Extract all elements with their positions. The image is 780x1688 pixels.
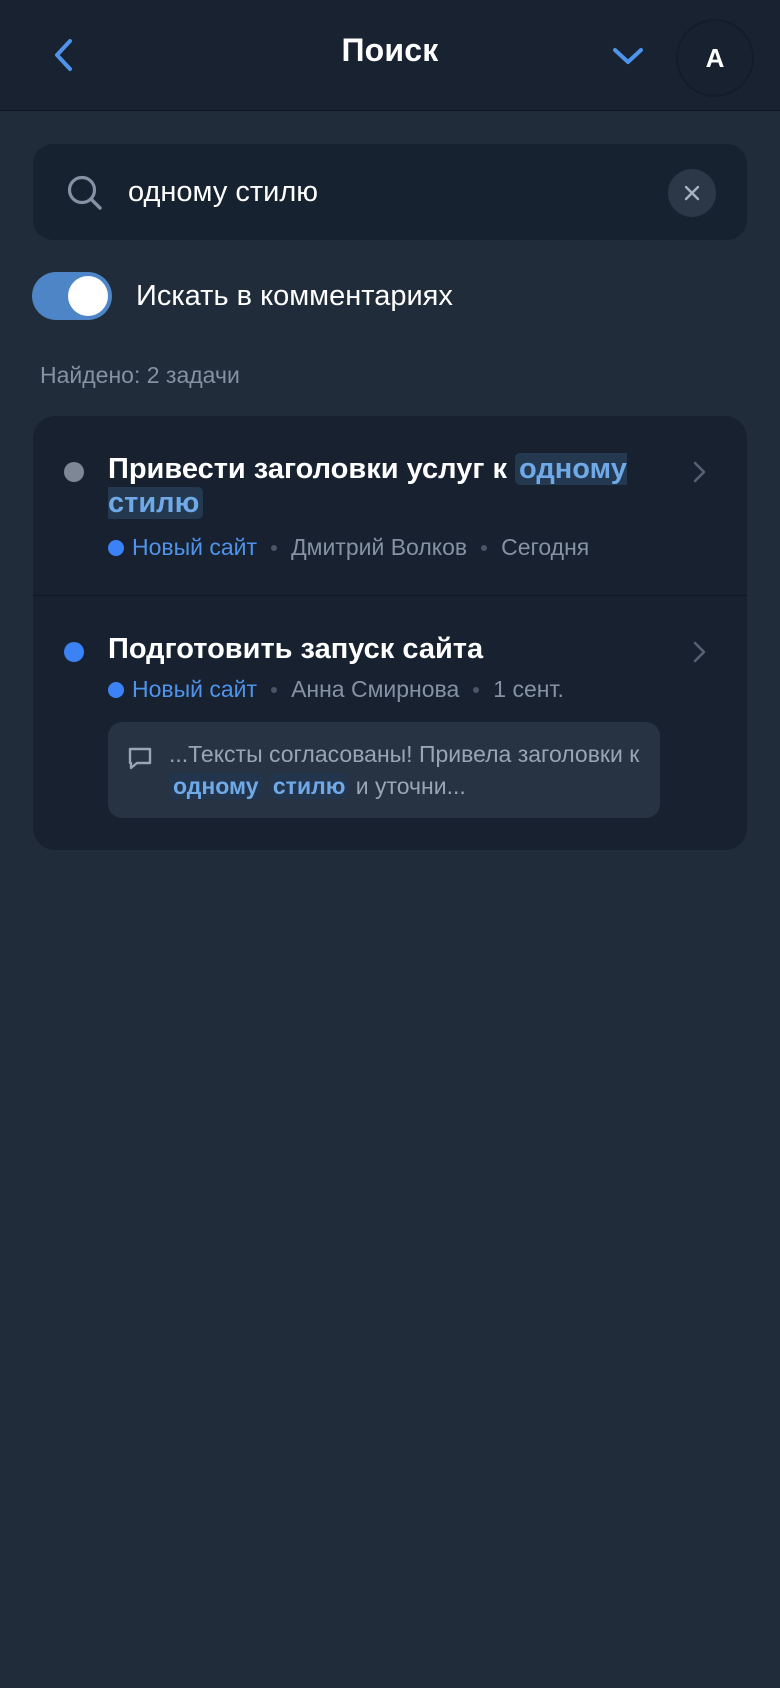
chevron-right-icon — [693, 461, 706, 483]
task-meta: Новый сайт Анна Смирнова 1 сент. — [108, 676, 564, 703]
assignee-name: Анна Смирнова — [291, 676, 460, 702]
search-icon — [67, 175, 102, 210]
avatar[interactable]: А — [678, 21, 752, 95]
task-date: 1 сент. — [493, 676, 564, 702]
results-list: Привести заголовки услуг к одному стилю … — [33, 416, 747, 850]
comment-icon — [128, 747, 152, 770]
separator-dot — [271, 544, 278, 551]
chevron-down-icon — [613, 48, 643, 64]
search-input[interactable] — [128, 166, 648, 218]
dropdown-button[interactable] — [606, 36, 650, 76]
task-meta: Новый сайт Дмитрий Волков Сегодня — [108, 534, 589, 561]
clear-search-button[interactable] — [668, 169, 716, 217]
status-dot — [64, 642, 84, 662]
separator-dot — [271, 686, 278, 693]
close-icon — [684, 185, 700, 201]
search-highlight: одному — [169, 773, 263, 799]
comment-snippet[interactable]: ...Тексты согласованы! Привела заголовки… — [108, 722, 660, 818]
assignee-name: Дмитрий Волков — [291, 534, 468, 560]
toggle-knob — [68, 276, 108, 316]
top-bar: Поиск А — [0, 0, 780, 111]
comment-text: ...Тексты согласованы! Привела заголовки… — [169, 741, 640, 799]
task-date: Сегодня — [501, 534, 590, 560]
separator-dot — [481, 544, 488, 551]
separator-dot — [473, 686, 480, 693]
task-row[interactable]: Привести заголовки услуг к одному стилю … — [33, 416, 747, 595]
project-name: Новый сайт — [132, 676, 258, 702]
results-count: Найдено: 2 задачи — [40, 362, 240, 388]
project-name: Новый сайт — [132, 534, 258, 560]
project-dot — [108, 681, 124, 698]
chevron-right-icon — [693, 641, 706, 663]
toggle-label: Искать в комментариях — [136, 280, 453, 312]
search-comments-toggle[interactable] — [32, 272, 112, 320]
project-dot — [108, 539, 124, 556]
search-highlight: стилю — [268, 773, 350, 799]
task-title: Привести заголовки услуг к одному стилю — [108, 453, 627, 519]
page-title: Поиск — [341, 32, 439, 68]
task-title: Подготовить запуск сайта — [108, 633, 484, 665]
status-dot — [64, 462, 84, 482]
